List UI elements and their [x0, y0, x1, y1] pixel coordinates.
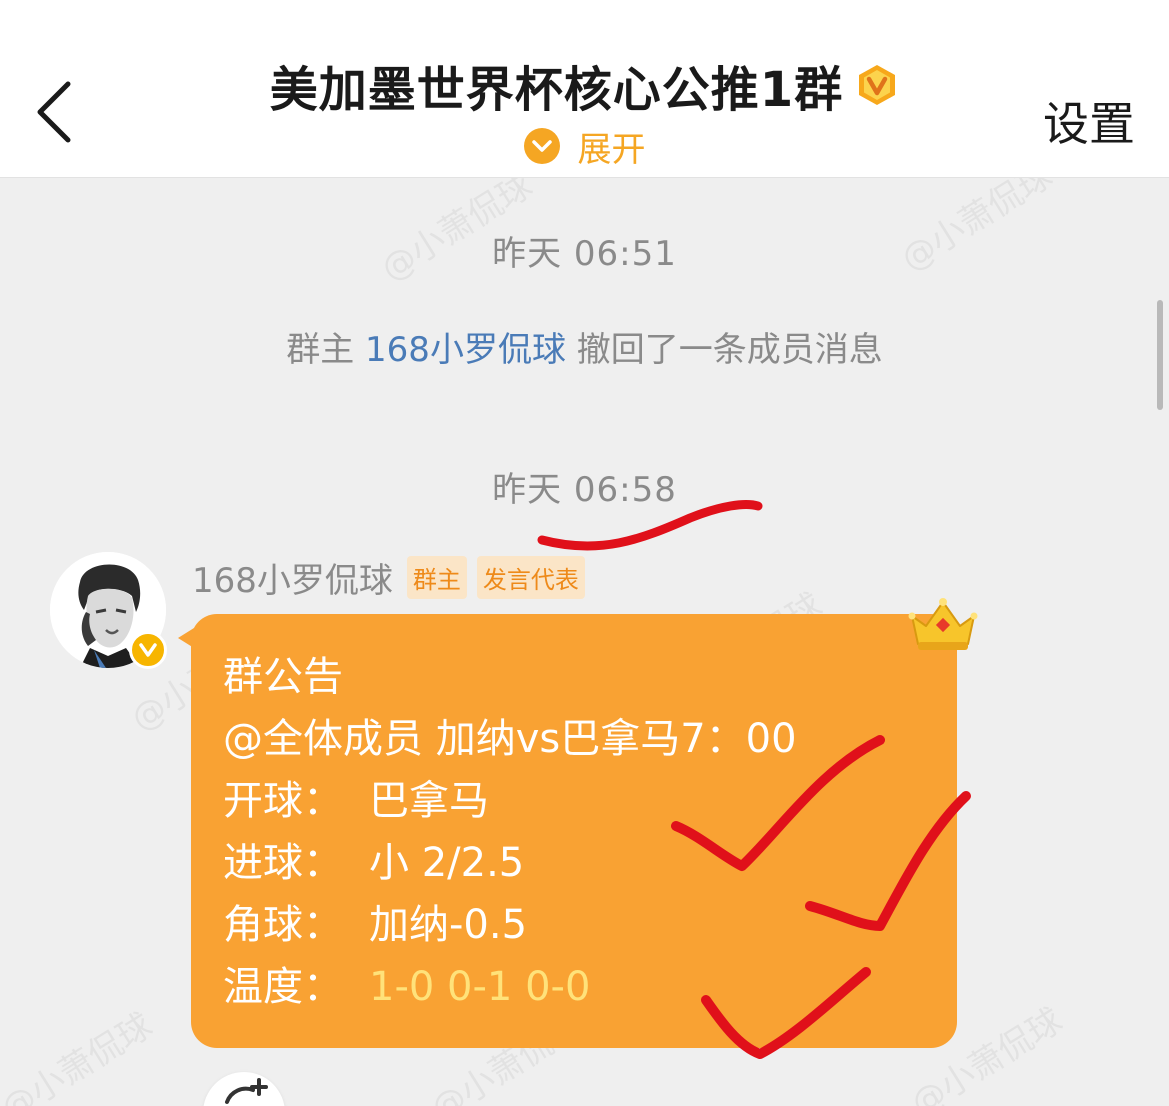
group-title-row: 美加墨世界杯核心公推1群 [0, 50, 1169, 120]
goals-label: 进球： [223, 840, 343, 886]
system-message-suffix: 撤回了一条成员消息 [565, 330, 883, 370]
settings-button[interactable]: 设置 [1043, 88, 1135, 154]
add-icon [225, 1078, 268, 1104]
message-bubble[interactable]: 群公告 @全体成员 加纳vs巴拿马7：00 开球： 巴拿马 进球：小 2/2.5 … [191, 614, 957, 1048]
corners-label: 角球： [223, 902, 343, 948]
verified-badge-icon [129, 631, 167, 669]
sender-row: 168小罗侃球 群主 发言代表 [192, 553, 595, 602]
owner-tag: 群主 [406, 555, 467, 599]
chevron-down-circle-icon [523, 128, 560, 164]
expand-label: 展开 [577, 129, 646, 170]
add-button[interactable] [203, 1072, 285, 1106]
announcement-mention-line: @全体成员 加纳vs巴拿马7：00 [223, 716, 797, 762]
expand-toggle[interactable]: 展开 [0, 122, 1169, 170]
temperature-value: 1-0 0-1 0-0 [369, 964, 591, 1010]
announcement-heading: 群公告 [223, 654, 343, 700]
owner-name-link[interactable]: 168小罗侃球 [365, 330, 566, 370]
system-message-prefix: 群主 [286, 330, 366, 370]
goals-line: 进球： 小 2/2.5 [223, 832, 957, 894]
sender-name[interactable]: 168小罗侃球 [192, 553, 393, 602]
system-message: 群主 168小罗侃球 撤回了一条成员消息 [0, 322, 1169, 371]
header-bar: 美加墨世界杯核心公推1群 展开 设置 [0, 0, 1169, 178]
kickoff-line: 开球： 巴拿马 [223, 770, 957, 832]
timestamp: 昨天 06:58 [492, 470, 677, 510]
chat-screen: @小萧侃球 @小萧侃球 @小萧侃球 @小萧侃球 @小萧侃球 @小萧侃球 @小萧侃… [0, 0, 1169, 1106]
corners-value: 加纳-0.5 [369, 902, 528, 948]
representative-tag: 发言代表 [476, 555, 585, 599]
watermark: @小萧侃球 [0, 1005, 160, 1106]
temperature-label: 温度： [223, 964, 343, 1010]
vip-badge-icon [859, 65, 896, 105]
temperature-line: 温度： 1-0 0-1 0-0 [223, 956, 957, 1018]
timestamp: 昨天 06:51 [492, 234, 677, 274]
goals-value: 小 2/2.5 [369, 840, 525, 886]
kickoff-label: 开球： [223, 778, 343, 824]
kickoff-value: 巴拿马 [369, 778, 489, 824]
group-title: 美加墨世界杯核心公推1群 [269, 62, 844, 118]
crown-icon [908, 598, 978, 650]
corners-line: 角球： 加纳-0.5 [223, 894, 957, 956]
